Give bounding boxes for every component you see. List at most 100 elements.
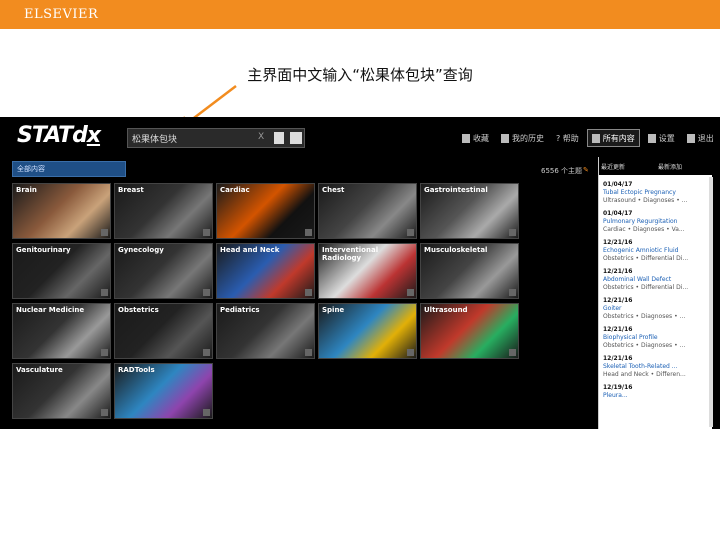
category-name: Spine [322, 306, 345, 314]
update-item[interactable]: 12/21/16 Abdominal Wall Defect Obstetrics … [603, 268, 707, 292]
update-item[interactable]: 01/04/17 Tubal Ectopic Pregnancy Ultrasoun… [603, 181, 707, 205]
update-title[interactable]: Skeletal Tooth-Related ... [603, 363, 707, 371]
category-name: Cardiac [220, 186, 250, 194]
updates-panel: 最近更新 最新添加 01/04/17 Tubal Ectopic Pregnanc… [598, 157, 713, 429]
category-tile[interactable]: Breast [114, 183, 213, 239]
update-date: 12/21/16 [603, 239, 633, 246]
update-title[interactable]: Pleura... [603, 392, 707, 400]
pin-icon[interactable] [203, 289, 210, 296]
category-name: Gynecology [118, 246, 164, 254]
update-path: Head and Neck • Differen... [603, 371, 686, 378]
update-date: 01/04/17 [603, 181, 633, 188]
category-tile[interactable]: RADTools [114, 363, 213, 419]
category-tile[interactable]: Gastrointestinal [420, 183, 519, 239]
update-item[interactable]: 01/04/17 Pulmonary Regurgitation Cardiac •… [603, 210, 707, 234]
category-name: Vasculature [16, 366, 63, 374]
top-nav: 收藏 我的历史 ? 帮助 所有内容 设置 退出 [458, 129, 718, 147]
update-title[interactable]: Biophysical Profile [603, 334, 707, 342]
nav-favorites[interactable]: 收藏 [458, 129, 493, 147]
category-tile[interactable]: Obstetrics [114, 303, 213, 359]
bookmark-icon [462, 133, 470, 143]
update-title[interactable]: Pulmonary Regurgitation [603, 218, 707, 226]
publisher-logo: ELSEVIER [24, 7, 99, 22]
logout-icon [686, 133, 695, 143]
category-name: Musculoskeletal [424, 246, 488, 254]
app-screenshot: STATdx X 收藏 我的历史 ? 帮助 所有内容 设置 退出 全部内容 65… [0, 117, 720, 429]
pin-icon[interactable] [101, 289, 108, 296]
clear-search-icon[interactable]: X [258, 132, 264, 142]
updates-scrollbar[interactable] [709, 177, 713, 427]
update-path: Cardiac • Diagnoses • Va... [603, 226, 685, 233]
update-title[interactable]: Echogenic Amniotic Fluid [603, 247, 707, 255]
category-tile[interactable]: Vasculature [12, 363, 111, 419]
pin-icon[interactable] [305, 289, 312, 296]
pin-icon[interactable] [101, 229, 108, 236]
category-name: Head and Neck [220, 246, 280, 254]
category-tile[interactable]: Musculoskeletal [420, 243, 519, 299]
pin-icon[interactable] [509, 349, 516, 356]
publisher-bar: ELSEVIER [0, 0, 720, 29]
category-name: Brain [16, 186, 37, 194]
pin-icon[interactable] [203, 229, 210, 236]
nav-history[interactable]: 我的历史 [497, 129, 548, 147]
pin-icon[interactable] [509, 229, 516, 236]
update-title[interactable]: Tubal Ectopic Pregnancy [603, 189, 707, 197]
edit-icon [591, 133, 600, 143]
pin-icon[interactable] [203, 409, 210, 416]
image-search-icon[interactable] [290, 132, 302, 144]
update-item[interactable]: 12/21/16 Skeletal Tooth-Related ... Head a… [603, 355, 707, 379]
history-icon [501, 133, 509, 143]
tab-recent-updates[interactable]: 最近更新 [599, 157, 656, 175]
category-tile[interactable]: Head and Neck [216, 243, 315, 299]
update-title[interactable]: Goiter [603, 305, 707, 313]
category-tile[interactable]: Gynecology [114, 243, 213, 299]
update-item[interactable]: 12/21/16 Echogenic Amniotic Fluid Obstetri… [603, 239, 707, 263]
tab-new-additions[interactable]: 最新添加 [656, 157, 713, 175]
update-item[interactable]: 12/21/16 Biophysical Profile Obstetrics • … [603, 326, 707, 350]
pin-icon[interactable] [305, 229, 312, 236]
pin-icon[interactable] [509, 289, 516, 296]
topic-count: 6556 个主题 [541, 167, 583, 175]
search-input[interactable] [132, 131, 252, 145]
pin-icon[interactable] [101, 349, 108, 356]
nav-logout[interactable]: 退出 [683, 129, 718, 147]
pin-icon[interactable] [407, 229, 414, 236]
update-item[interactable]: 12/21/16 Goiter Obstetrics • Diagnoses • .… [603, 297, 707, 321]
breadcrumb[interactable]: 全部内容 [12, 161, 126, 177]
update-date: 12/21/16 [603, 268, 633, 275]
update-date: 12/19/16 [603, 384, 633, 391]
category-tile[interactable]: Interventional Radiology [318, 243, 417, 299]
nav-all-content[interactable]: 所有内容 [586, 129, 640, 147]
category-name: RADTools [118, 366, 155, 374]
category-tile[interactable]: Spine [318, 303, 417, 359]
search-box[interactable]: X [127, 128, 305, 148]
app-logo[interactable]: STATdx [17, 123, 101, 148]
update-item[interactable]: 12/19/16 Pleura... [603, 384, 707, 400]
category-tile[interactable]: Ultrasound [420, 303, 519, 359]
pin-icon[interactable] [203, 349, 210, 356]
update-path: Obstetrics • Diagnoses • ... [603, 313, 686, 320]
nav-settings[interactable]: 设置 [644, 129, 679, 147]
pin-icon[interactable] [305, 349, 312, 356]
update-title[interactable]: Abdominal Wall Defect [603, 276, 707, 284]
nav-help[interactable]: ? 帮助 [552, 129, 583, 147]
category-name: Obstetrics [118, 306, 159, 314]
pin-icon[interactable] [101, 409, 108, 416]
update-path: Obstetrics • Diagnoses • ... [603, 342, 686, 349]
updates-list: 01/04/17 Tubal Ectopic Pregnancy Ultrasoun… [603, 181, 707, 405]
pin-icon[interactable] [407, 289, 414, 296]
category-tile[interactable]: Nuclear Medicine [12, 303, 111, 359]
category-name: Pediatrics [220, 306, 260, 314]
category-tile[interactable]: Cardiac [216, 183, 315, 239]
document-search-icon[interactable] [274, 132, 284, 144]
pin-icon[interactable]: ✎ [583, 166, 589, 174]
slide: ELSEVIER 主界面中文输入“松果体包块”查询 STATdx X 收藏 我的… [0, 0, 720, 540]
update-date: 12/21/16 [603, 326, 633, 333]
category-tile[interactable]: Pediatrics [216, 303, 315, 359]
category-tile[interactable]: Brain [12, 183, 111, 239]
category-name: Breast [118, 186, 144, 194]
category-tile[interactable]: Chest [318, 183, 417, 239]
pin-icon[interactable] [407, 349, 414, 356]
updates-tabs: 最近更新 最新添加 [599, 157, 713, 175]
category-tile[interactable]: Genitourinary [12, 243, 111, 299]
